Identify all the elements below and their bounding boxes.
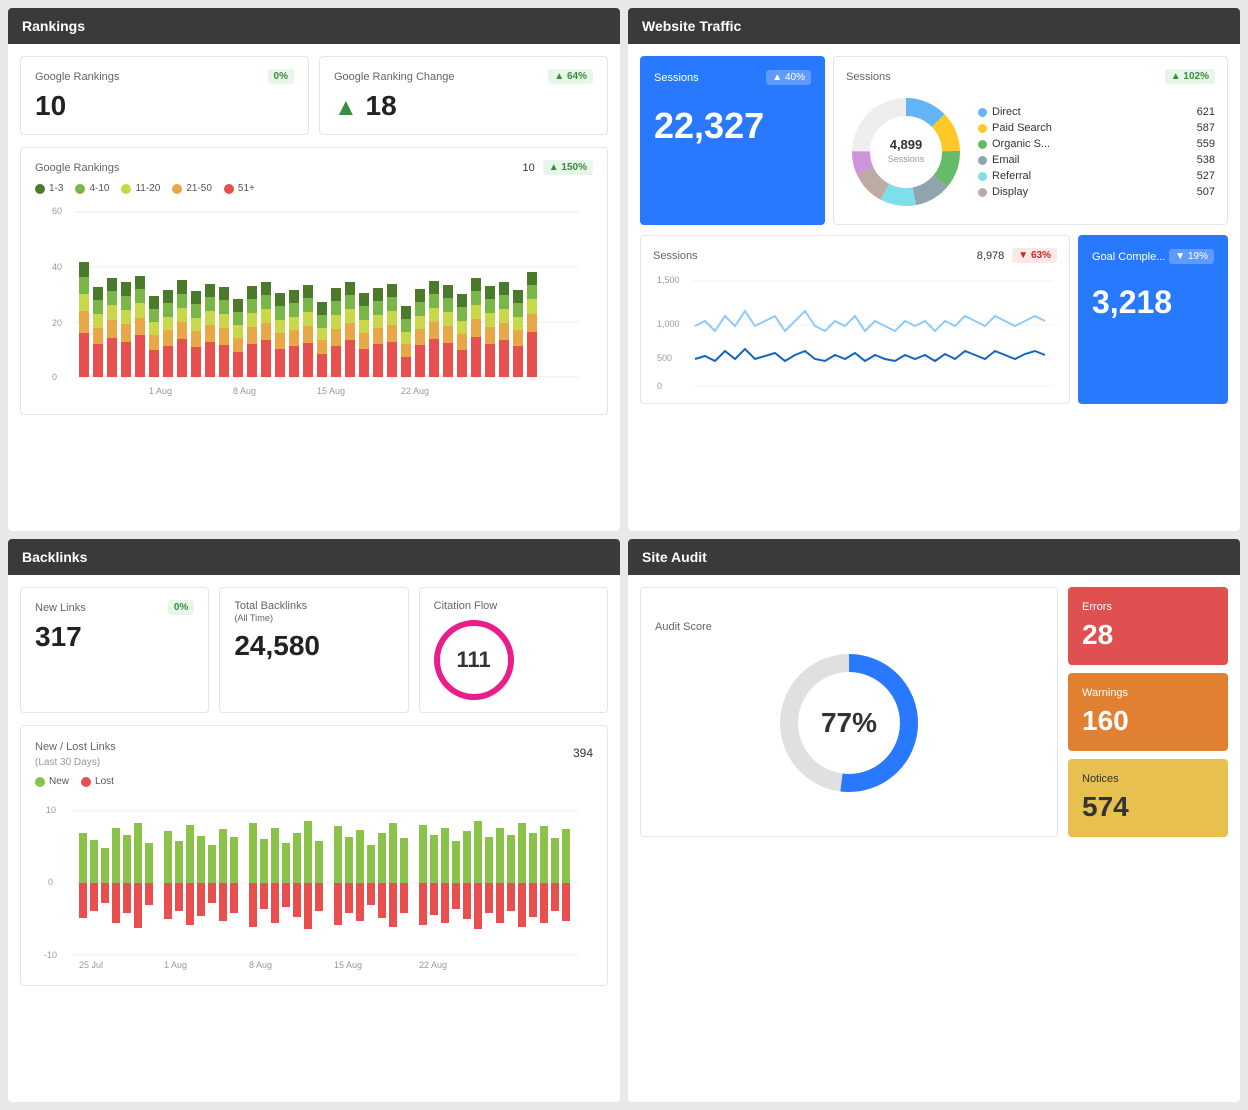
svg-text:22 Aug: 22 Aug <box>401 386 429 396</box>
errors-value: 28 <box>1082 619 1214 651</box>
sessions2-value: 8,978 <box>977 250 1005 262</box>
goal-label: Goal Comple... <box>1092 251 1165 263</box>
errors-label: Errors <box>1082 601 1214 613</box>
google-ranking-change-card: Google Ranking Change ▲ 64% ▲ 18 <box>319 56 608 135</box>
total-backlinks-label: Total Backlinks (All Time) <box>234 600 307 624</box>
notices-card: Notices 574 <box>1068 759 1228 837</box>
audit-score-card: Audit Score 77% <box>640 587 1058 837</box>
svg-text:10: 10 <box>46 805 56 815</box>
svg-text:4,899: 4,899 <box>890 137 923 152</box>
donut-legend: Direct621 Paid Search587 Organic S...559… <box>978 104 1215 200</box>
svg-text:8 Aug: 8 Aug <box>233 386 256 396</box>
audit-score-label: Audit Score <box>655 621 712 633</box>
new-links-label: New Links <box>35 602 86 614</box>
svg-text:25 Jul: 25 Jul <box>79 960 103 970</box>
legend-new: New <box>49 776 69 787</box>
audit-layout: Audit Score 77% Errors 28 <box>640 587 1228 837</box>
svg-text:0: 0 <box>52 372 57 382</box>
google-rankings-badge: 0% <box>268 69 294 84</box>
errors-card: Errors 28 <box>1068 587 1228 665</box>
new-links-badge: 0% <box>168 600 194 615</box>
svg-text:1,500: 1,500 <box>657 275 680 285</box>
svg-text:500: 500 <box>657 353 672 363</box>
donut-label: Sessions <box>846 71 891 83</box>
svg-text:0: 0 <box>48 877 53 887</box>
total-backlinks-value: 24,580 <box>234 630 393 662</box>
audit-donut: 77% <box>769 643 929 803</box>
rankings-title: Rankings <box>22 18 85 34</box>
rankings-bar-chart: 60 40 20 0 <box>35 202 593 402</box>
backlinks-chart-card: New / Lost Links (Last 30 Days) 394 New … <box>20 725 608 986</box>
donut-badge: ▲ 102% <box>1165 69 1215 84</box>
sessions-line-card: Sessions 8,978 ▼ 63% 1,500 1,000 500 0 <box>640 235 1070 404</box>
rankings-chart-title: Google Rankings <box>35 162 119 174</box>
backlinks-chart-value: 394 <box>573 746 593 760</box>
notices-value: 574 <box>1082 791 1214 823</box>
svg-text:1,000: 1,000 <box>657 319 680 329</box>
legend-lost: Lost <box>95 776 114 787</box>
backlinks-title: Backlinks <box>22 549 87 565</box>
traffic-header: Website Traffic <box>628 8 1240 44</box>
svg-text:1 Aug: 1 Aug <box>149 386 172 396</box>
audit-score-value: 77% <box>821 707 877 739</box>
goal-card: Goal Comple... ▼ 19% 3,218 <box>1078 235 1228 404</box>
audit-right: Errors 28 Warnings 160 Notices 574 <box>1068 587 1228 837</box>
svg-text:-10: -10 <box>44 950 57 960</box>
svg-text:60: 60 <box>52 206 62 216</box>
rankings-chart-value: 10 <box>522 162 534 174</box>
sessions-big-badge: ▲ 40% <box>766 70 811 85</box>
sessions-big-label: Sessions <box>654 72 699 84</box>
svg-text:Sessions: Sessions <box>888 154 925 164</box>
sessions-big-card: Sessions ▲ 40% 22,327 <box>640 56 825 225</box>
svg-text:1 Aug: 1 Aug <box>164 960 187 970</box>
svg-text:40: 40 <box>52 262 62 272</box>
warnings-card: Warnings 160 <box>1068 673 1228 751</box>
backlinks-section: Backlinks New Links 0% 317 Total Backlin… <box>8 539 620 1102</box>
svg-text:15 Aug: 15 Aug <box>317 386 345 396</box>
backlinks-header: Backlinks <box>8 539 620 575</box>
site-audit-section: Site Audit Audit Score 77% <box>628 539 1240 1102</box>
backlinks-bar-chart: 10 0 -10 <box>35 793 593 973</box>
google-rankings-card: Google Rankings 0% 10 <box>20 56 309 135</box>
rankings-section: Rankings Google Rankings 0% 10 Google Ra… <box>8 8 620 531</box>
rankings-legend: 1-3 4-10 11-20 21-50 51+ <box>35 183 593 194</box>
rankings-chart-card: Google Rankings 10 ▲ 150% 1-3 4-10 11-20… <box>20 147 608 415</box>
goal-badge: ▼ 19% <box>1169 249 1214 264</box>
google-rankings-label: Google Rankings <box>35 71 119 83</box>
sessions-donut: 4,899 Sessions <box>846 92 966 212</box>
sessions-line-chart: 1,500 1,000 500 0 <box>653 271 1057 391</box>
svg-text:0: 0 <box>657 381 662 391</box>
google-ranking-change-badge: ▲ 64% <box>548 69 593 84</box>
backlinks-chart-title: New / Lost Links <box>35 741 116 753</box>
notices-label: Notices <box>1082 773 1214 785</box>
traffic-section: Website Traffic Sessions ▲ 40% 22,327 Se… <box>628 8 1240 531</box>
google-ranking-change-value: ▲ 18 <box>334 90 593 122</box>
rankings-chart-badge: ▲ 150% <box>543 160 593 175</box>
google-rankings-value: 10 <box>35 90 294 122</box>
site-audit-title: Site Audit <box>642 549 707 565</box>
new-links-card: New Links 0% 317 <box>20 587 209 713</box>
citation-flow-card: Citation Flow 111 <box>419 587 608 713</box>
sessions-donut-card: Sessions ▲ 102% <box>833 56 1228 225</box>
svg-text:22 Aug: 22 Aug <box>419 960 447 970</box>
svg-text:20: 20 <box>52 318 62 328</box>
traffic-title: Website Traffic <box>642 18 741 34</box>
sessions2-badge: ▼ 63% <box>1012 248 1057 263</box>
total-backlinks-card: Total Backlinks (All Time) 24,580 <box>219 587 408 713</box>
google-ranking-change-label: Google Ranking Change <box>334 71 454 83</box>
backlinks-chart-sub: (Last 30 Days) <box>35 757 100 768</box>
new-links-value: 317 <box>35 621 194 653</box>
rankings-header: Rankings <box>8 8 620 44</box>
svg-text:8 Aug: 8 Aug <box>249 960 272 970</box>
sessions2-label: Sessions <box>653 250 698 262</box>
citation-flow-value: 111 <box>434 620 514 700</box>
sessions-big-value: 22,327 <box>654 105 811 147</box>
warnings-value: 160 <box>1082 705 1214 737</box>
citation-flow-label: Citation Flow <box>434 600 498 612</box>
warnings-label: Warnings <box>1082 687 1214 699</box>
goal-value: 3,218 <box>1092 284 1214 321</box>
svg-text:15 Aug: 15 Aug <box>334 960 362 970</box>
site-audit-header: Site Audit <box>628 539 1240 575</box>
